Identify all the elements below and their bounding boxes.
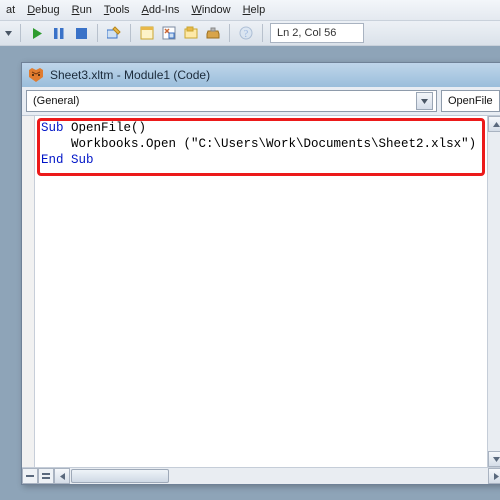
design-mode-icon[interactable] — [105, 24, 123, 42]
scroll-left-icon[interactable] — [54, 468, 70, 484]
vba-ide-window: at Debug Run Tools Add-Ins Window Help ?… — [0, 0, 500, 500]
code-window-titlebar[interactable]: Sheet3.xltm - Module1 (Code) — [22, 63, 500, 87]
run-icon[interactable] — [28, 24, 46, 42]
stop-icon[interactable] — [72, 24, 90, 42]
scroll-down-icon[interactable] — [488, 451, 500, 467]
menu-help[interactable]: Help — [239, 2, 272, 18]
scroll-up-icon[interactable] — [488, 116, 500, 132]
pause-icon[interactable] — [50, 24, 68, 42]
help-icon: ? — [237, 24, 255, 42]
code-margin[interactable] — [22, 116, 35, 467]
horizontal-scrollbar[interactable] — [22, 467, 500, 484]
cursor-position-box: Ln 2, Col 56 — [270, 23, 364, 43]
object-combo[interactable]: (General) — [26, 90, 437, 112]
menu-format[interactable]: at — [2, 2, 21, 18]
procedure-combo[interactable]: OpenFile — [441, 90, 500, 112]
chevron-down-icon[interactable] — [416, 92, 433, 110]
procedure-view-icon[interactable] — [22, 468, 38, 484]
code-window: Sheet3.xltm - Module1 (Code) (General) O… — [21, 62, 500, 485]
hscroll-track[interactable] — [54, 468, 500, 484]
full-module-view-icon[interactable] — [38, 468, 54, 484]
properties-window-icon[interactable] — [160, 24, 178, 42]
vertical-scrollbar[interactable] — [487, 116, 500, 467]
menu-debug[interactable]: Debug — [23, 2, 65, 18]
object-browser-icon[interactable] — [182, 24, 200, 42]
code-area: Sub OpenFile() Workbooks.Open ("C:\Users… — [22, 116, 500, 467]
project-explorer-icon[interactable] — [138, 24, 156, 42]
menu-window[interactable]: Window — [187, 2, 236, 18]
svg-text:?: ? — [244, 29, 249, 40]
code-window-dropdowns: (General) OpenFile — [22, 87, 500, 116]
toolbox-icon[interactable] — [204, 24, 222, 42]
code-editor[interactable]: Sub OpenFile() Workbooks.Open ("C:\Users… — [35, 116, 487, 467]
code-window-title: Sheet3.xltm - Module1 (Code) — [50, 68, 210, 82]
toolbar: ? Ln 2, Col 56 — [0, 21, 500, 46]
procedure-combo-value: OpenFile — [448, 95, 493, 107]
module-icon — [28, 67, 44, 83]
object-combo-value: (General) — [33, 95, 79, 107]
toolbar-dropdown-icon[interactable] — [4, 27, 13, 39]
hscroll-thumb[interactable] — [71, 469, 169, 483]
menu-addins[interactable]: Add-Ins — [138, 2, 186, 18]
menu-tools[interactable]: Tools — [100, 2, 136, 18]
menu-run[interactable]: Run — [68, 2, 98, 18]
scroll-right-icon[interactable] — [488, 468, 500, 484]
menu-bar: at Debug Run Tools Add-Ins Window Help — [0, 0, 500, 21]
mdi-client-area: Sheet3.xltm - Module1 (Code) (General) O… — [0, 46, 500, 500]
